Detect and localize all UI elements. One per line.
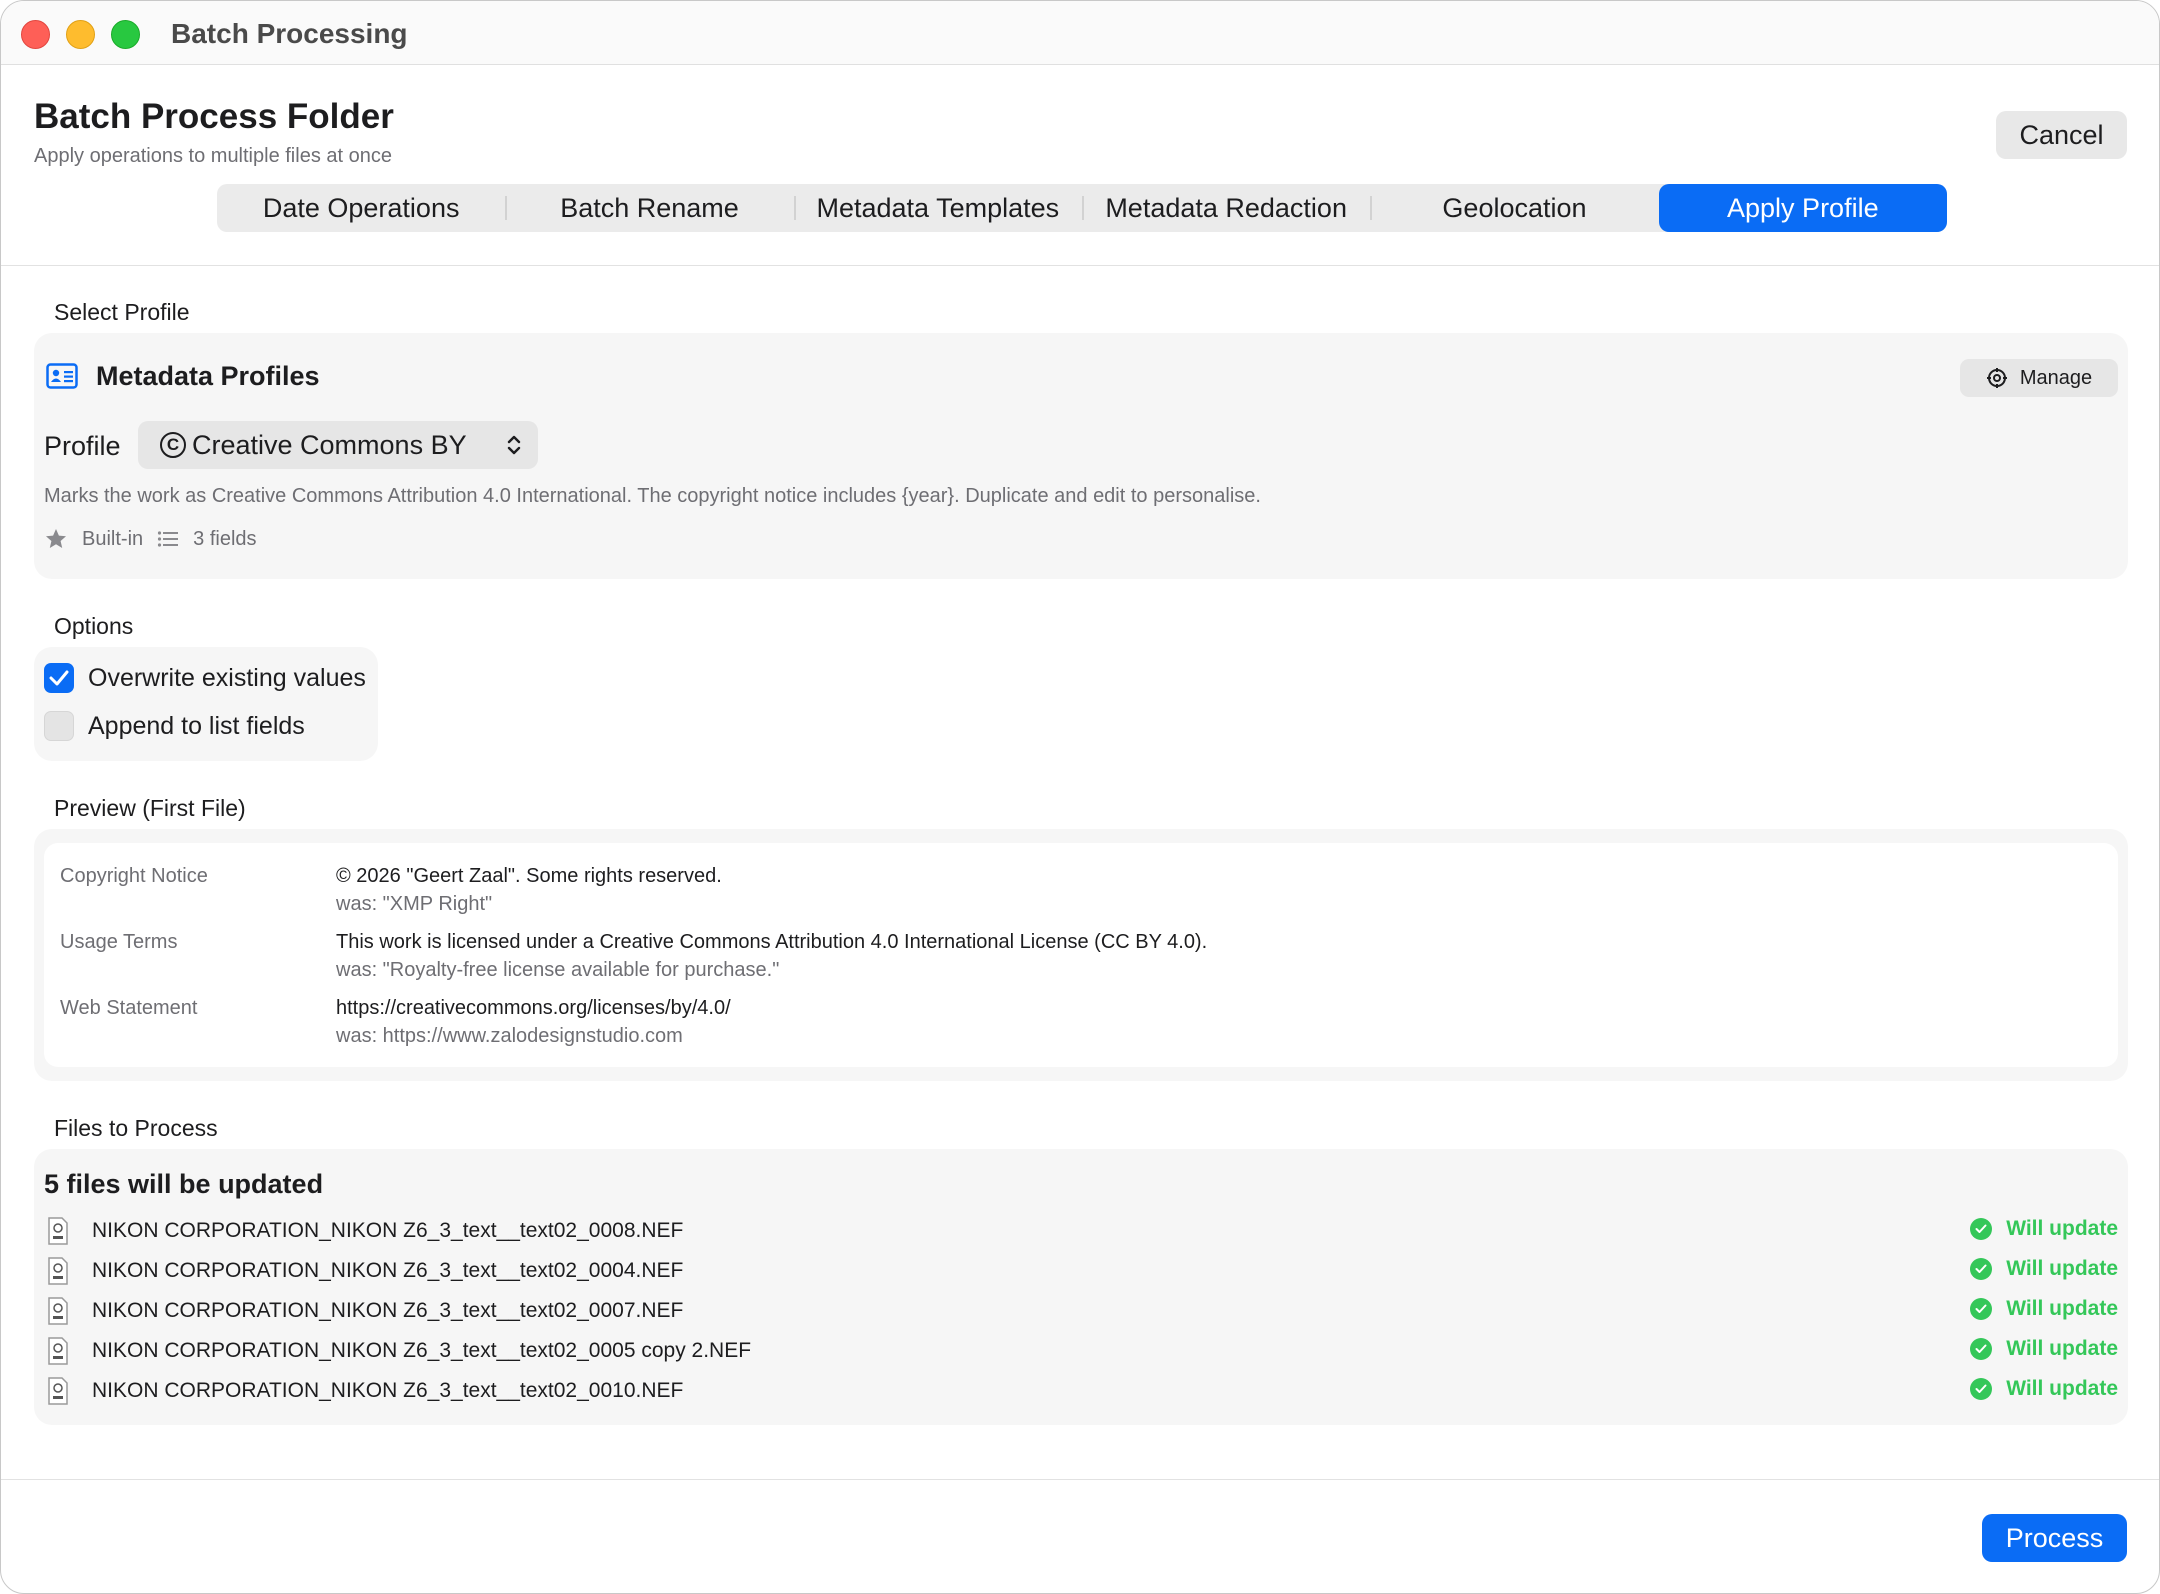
fields-count-label: 3 fields (193, 527, 257, 550)
file-status-label: Will update (2006, 1337, 2118, 1360)
nef-file-icon (48, 1217, 68, 1245)
select-profile-label: Select Profile (54, 299, 190, 325)
overwrite-checkbox[interactable] (44, 663, 74, 693)
file-row[interactable]: NIKON CORPORATION_NIKON Z6_3_text__text0… (34, 1213, 2128, 1253)
file-status: Will update (1970, 1257, 2118, 1281)
options-label: Options (54, 613, 134, 639)
file-name: NIKON CORPORATION_NIKON Z6_3_text__text0… (92, 1219, 684, 1242)
header: Batch Process Folder Apply operations to… (1, 65, 2159, 266)
append-label: Append to list fields (88, 711, 305, 740)
nef-file-icon (48, 1257, 68, 1285)
file-row[interactable]: NIKON CORPORATION_NIKON Z6_3_text__text0… (34, 1333, 2128, 1373)
manage-button[interactable]: Manage (1960, 359, 2118, 397)
file-status: Will update (1970, 1217, 2118, 1241)
append-list-option[interactable]: Append to list fields (44, 711, 305, 741)
preview-row-was: was: "XMP Right" (336, 893, 493, 915)
preview-row-value: This work is licensed under a Creative C… (336, 931, 1208, 953)
file-name: NIKON CORPORATION_NIKON Z6_3_text__text0… (92, 1299, 684, 1322)
file-status: Will update (1970, 1377, 2118, 1401)
profile-meta: Built-in 3 fields (44, 527, 271, 551)
nef-file-icon (48, 1377, 68, 1405)
file-name: NIKON CORPORATION_NIKON Z6_3_text__text0… (92, 1379, 684, 1402)
tab-metadata-redaction[interactable]: Metadata Redaction (1081, 184, 1370, 232)
files-to-process-label: Files to Process (54, 1115, 218, 1141)
file-status: Will update (1970, 1297, 2118, 1321)
preview-table: Copyright Notice © 2026 "Geert Zaal". So… (44, 843, 2118, 1067)
checkmark-circle-icon (1970, 1378, 1993, 1400)
cancel-button[interactable]: Cancel (1996, 111, 2127, 159)
options-card: Overwrite existing values Append to list… (34, 647, 378, 761)
window-title: Batch Processing (171, 18, 408, 49)
file-status-label: Will update (2006, 1217, 2118, 1240)
preview-label: Preview (First File) (54, 795, 246, 821)
checkmark-circle-icon (1970, 1258, 1993, 1280)
star-icon (46, 529, 66, 548)
files-summary: 5 files will be updated (44, 1169, 324, 1199)
file-name: NIKON CORPORATION_NIKON Z6_3_text__text0… (92, 1339, 752, 1362)
file-row[interactable]: NIKON CORPORATION_NIKON Z6_3_text__text0… (34, 1253, 2128, 1293)
page-title: Batch Process Folder (34, 97, 394, 136)
preview-row-label: Usage Terms (60, 931, 178, 953)
file-status: Will update (1970, 1337, 2118, 1361)
profile-select-value: Creative Commons BY (192, 429, 467, 460)
file-row[interactable]: NIKON CORPORATION_NIKON Z6_3_text__text0… (34, 1373, 2128, 1413)
preview-row-value: © 2026 "Geert Zaal". Some rights reserve… (336, 865, 722, 887)
overwrite-label: Overwrite existing values (88, 663, 366, 692)
minimize-icon[interactable] (66, 20, 95, 49)
title-bar: Batch Processing (1, 1, 2159, 65)
batch-processing-window: Batch Processing Batch Process Folder Ap… (0, 0, 2160, 1594)
close-icon[interactable] (21, 20, 50, 49)
profile-label: Profile (44, 431, 121, 461)
tab-batch-rename[interactable]: Batch Rename (505, 184, 793, 232)
overwrite-existing-option[interactable]: Overwrite existing values (44, 663, 366, 693)
metadata-profiles-card: Metadata Profiles Manage Profile C Creat… (34, 333, 2128, 579)
preview-row-value: https://creativecommons.org/licenses/by/… (336, 997, 731, 1019)
tab-geolocation[interactable]: Geolocation (1370, 184, 1658, 232)
manage-button-label: Manage (2019, 366, 2093, 389)
nef-file-icon (48, 1297, 68, 1325)
checkmark-circle-icon (1970, 1338, 1993, 1360)
file-status-label: Will update (2006, 1297, 2118, 1320)
process-button[interactable]: Process (1982, 1514, 2127, 1562)
metadata-profiles-title: Metadata Profiles (96, 361, 320, 391)
append-checkbox[interactable] (44, 711, 74, 741)
profile-select[interactable]: C Creative Commons BY (138, 421, 538, 469)
file-status-label: Will update (2006, 1377, 2118, 1400)
checkmark-icon (49, 670, 69, 686)
built-in-label: Built-in (82, 527, 144, 550)
list-icon (158, 531, 179, 547)
file-row[interactable]: NIKON CORPORATION_NIKON Z6_3_text__text0… (34, 1293, 2128, 1333)
zoom-icon[interactable] (111, 20, 140, 49)
tab-bar: Date Operations Batch Rename Metadata Te… (217, 184, 1947, 232)
preview-row-label: Copyright Notice (60, 865, 208, 887)
file-name: NIKON CORPORATION_NIKON Z6_3_text__text0… (92, 1259, 684, 1282)
file-status-label: Will update (2006, 1257, 2118, 1280)
checkmark-circle-icon (1970, 1218, 1993, 1240)
page-subtitle: Apply operations to multiple files at on… (34, 145, 392, 167)
nef-file-icon (48, 1337, 68, 1365)
preview-card: Copyright Notice © 2026 "Geert Zaal". So… (34, 829, 2128, 1081)
gear-icon (1986, 368, 2007, 388)
checkmark-circle-icon (1970, 1298, 1993, 1320)
contact-card-icon (46, 363, 78, 389)
footer: Process (1, 1479, 2159, 1593)
profile-description: Marks the work as Creative Commons Attri… (44, 485, 1261, 507)
tab-date-operations[interactable]: Date Operations (217, 184, 505, 232)
preview-row-was: was: https://www.zalodesignstudio.com (336, 1025, 683, 1047)
preview-row-label: Web Statement (60, 997, 198, 1019)
tab-apply-profile[interactable]: Apply Profile (1658, 184, 1947, 232)
files-card: 5 files will be updated NIKON CORPORATIO… (34, 1149, 2128, 1425)
tab-metadata-templates[interactable]: Metadata Templates (793, 184, 1082, 232)
copyright-icon: C (160, 432, 186, 458)
preview-row-was: was: "Royalty-free license available for… (336, 959, 780, 981)
chevron-updown-icon (507, 435, 521, 455)
